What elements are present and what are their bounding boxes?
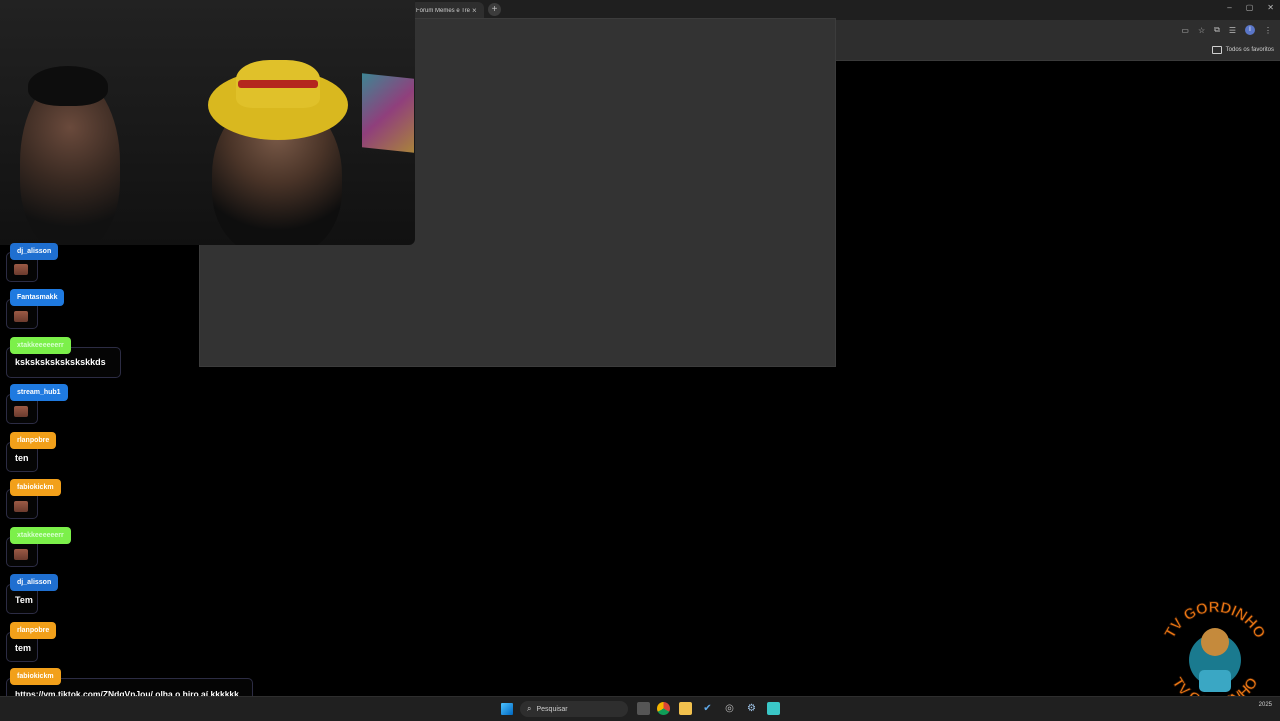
- chat-text: Tem: [15, 595, 33, 605]
- chat-username: rlanpobre: [10, 622, 57, 639]
- close-icon[interactable]: ×: [472, 6, 477, 15]
- file-explorer-icon[interactable]: [679, 702, 692, 715]
- windows-start-icon[interactable]: [501, 703, 513, 715]
- extensions-icon[interactable]: ⧉: [1214, 25, 1220, 35]
- app-icon[interactable]: ◎: [723, 702, 736, 715]
- straw-hat-band: [238, 80, 318, 88]
- all-bookmarks[interactable]: Todos os favoritos: [1211, 46, 1274, 54]
- chat-text: ten: [15, 453, 29, 463]
- settings-icon[interactable]: ⚙: [745, 702, 758, 715]
- chat-username: dj_alisson: [10, 574, 59, 591]
- folder-icon: [1211, 46, 1222, 54]
- emote-icon: [14, 549, 28, 560]
- chat-username: stream_hub1: [10, 384, 68, 401]
- system-tray[interactable]: 2025: [1259, 701, 1272, 709]
- restore-button[interactable]: ▢: [1246, 3, 1254, 12]
- emote-icon: [14, 406, 28, 417]
- cast-icon[interactable]: ▭: [1181, 26, 1189, 35]
- all-bookmarks-label: Todos os favoritos: [1225, 47, 1274, 53]
- close-window-button[interactable]: ✕: [1267, 3, 1274, 12]
- chat-username: xtakkeeeeeerr: [10, 337, 71, 354]
- chat-username: fabiokickm: [10, 479, 61, 496]
- search-placeholder: Pesquisar: [536, 705, 568, 713]
- chat-text: kskskskskskskskkds: [15, 357, 106, 367]
- chat-username: xtakkeeeeeerr: [10, 527, 71, 544]
- emote-icon: [14, 311, 28, 322]
- chat-username: fabiokickm: [10, 668, 61, 685]
- steam-icon[interactable]: ✔: [701, 702, 714, 715]
- search-icon: ⌕: [527, 704, 532, 713]
- logo-body: [1199, 670, 1231, 692]
- star-icon[interactable]: ☆: [1198, 26, 1205, 35]
- logo-face: [1201, 628, 1229, 656]
- new-tab-button[interactable]: +: [488, 3, 501, 16]
- webcam-overlay: [0, 0, 415, 245]
- chat-username: Fantasmakk: [10, 289, 65, 306]
- toolbar-icons: ▭ ☆ ⧉ ☰ I ⋮: [1181, 25, 1272, 35]
- tray-date: 2025: [1258, 702, 1272, 708]
- notes-icon[interactable]: [767, 702, 780, 715]
- minimize-button[interactable]: –: [1227, 3, 1231, 12]
- streamer-left-hair: [28, 66, 108, 106]
- task-view-icon[interactable]: [637, 702, 650, 715]
- chrome-icon[interactable]: [657, 702, 670, 715]
- taskbar: ⌕ Pesquisar ✔ ◎ ⚙ 2025: [0, 696, 1280, 721]
- sidebar-icon[interactable]: ☰: [1229, 26, 1236, 35]
- chat-text: tem: [15, 643, 32, 653]
- background-monitor: [362, 73, 414, 153]
- emote-icon: [14, 501, 28, 512]
- profile-avatar[interactable]: I: [1245, 25, 1255, 35]
- taskbar-search[interactable]: ⌕ Pesquisar: [520, 701, 628, 717]
- browser-tab[interactable]: Fórum Memes e Tre ×: [410, 2, 484, 19]
- chat-username: rlanpobre: [10, 432, 57, 449]
- menu-icon[interactable]: ⋮: [1264, 26, 1272, 35]
- tab-title: Fórum Memes e Tre: [416, 7, 470, 14]
- emote-icon: [14, 264, 28, 275]
- window-controls: – ▢ ✕: [1227, 3, 1274, 12]
- chat-username: dj_alisson: [10, 243, 59, 260]
